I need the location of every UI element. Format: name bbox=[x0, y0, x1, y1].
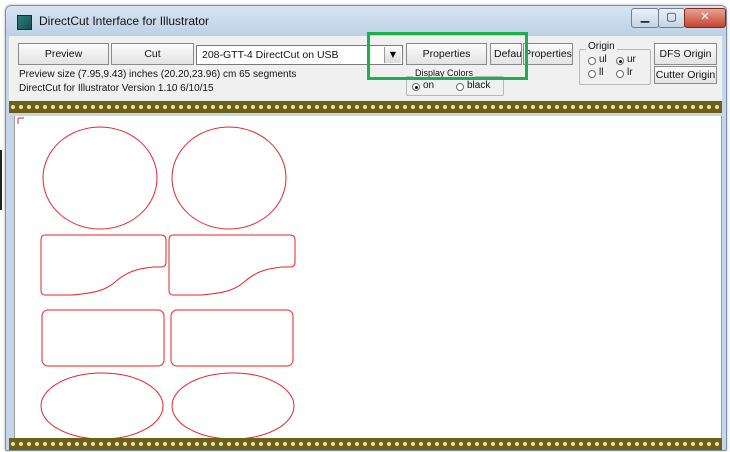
window-title: DirectCut Interface for Illustrator bbox=[39, 14, 210, 28]
origin-ur-radio[interactable] bbox=[616, 57, 624, 65]
origin-ll-radio[interactable] bbox=[588, 70, 596, 78]
maximize-icon: ▢ bbox=[666, 10, 677, 23]
rounded-rect-shape-1 bbox=[41, 309, 165, 367]
directcut-app-icon bbox=[17, 15, 32, 30]
top-track-holes bbox=[9, 101, 722, 113]
wave-tab-shape-2 bbox=[168, 234, 296, 296]
properties-secondary-button[interactable]: Properties bbox=[523, 43, 573, 65]
left-edge-marker bbox=[0, 150, 2, 210]
rounded-rect-shape-2 bbox=[170, 309, 294, 367]
origin-group-label: Origin bbox=[586, 41, 617, 52]
origin-lr-label: lr bbox=[627, 67, 633, 78]
origin-lr-radio[interactable] bbox=[616, 70, 624, 78]
cutter-origin-button[interactable]: Cutter Origin bbox=[654, 66, 717, 84]
version-text: DirectCut for Illustrator Version 1.10 6… bbox=[19, 83, 214, 94]
minimize-icon: ▁ bbox=[640, 10, 650, 23]
origin-ul-radio[interactable] bbox=[588, 57, 596, 65]
close-button[interactable]: ✕ bbox=[684, 8, 726, 28]
cut-preview bbox=[17, 117, 296, 440]
bottom-pinch-track bbox=[9, 438, 722, 450]
app-window: DirectCut Interface for Illustrator ▁ ▢ … bbox=[5, 5, 727, 451]
properties-highlight-box bbox=[367, 32, 528, 80]
cut-button[interactable]: Cut bbox=[111, 43, 194, 65]
bottom-track-holes bbox=[9, 438, 722, 450]
origin-corner-marker bbox=[17, 117, 24, 124]
dfs-origin-button[interactable]: DFS Origin bbox=[654, 43, 717, 65]
close-icon: ✕ bbox=[700, 10, 710, 23]
display-colors-black-label: black bbox=[467, 80, 491, 91]
wave-tab-shape-1 bbox=[40, 234, 167, 296]
oval-shape-1 bbox=[42, 126, 158, 230]
display-colors-on-label: on bbox=[423, 80, 435, 91]
preview-size-text: Preview size (7.95,9.43) inches (20.20,2… bbox=[19, 69, 297, 80]
minimize-button[interactable]: ▁ bbox=[631, 8, 659, 28]
origin-group bbox=[579, 49, 651, 85]
preview-canvas[interactable] bbox=[14, 116, 722, 440]
maximize-button[interactable]: ▢ bbox=[658, 8, 685, 28]
display-colors-black-radio[interactable] bbox=[456, 83, 464, 91]
title-bar[interactable]: DirectCut Interface for Illustrator ▁ ▢ … bbox=[6, 6, 726, 36]
oval-shape-3 bbox=[40, 372, 164, 440]
oval-shape-2 bbox=[171, 126, 287, 230]
origin-ul-label: ul bbox=[599, 54, 607, 65]
preview-button[interactable]: Preview bbox=[18, 43, 109, 65]
device-select-value: 208-GTT-4 DirectCut on USB bbox=[202, 49, 339, 61]
origin-ur-label: ur bbox=[627, 54, 636, 65]
display-colors-on-radio[interactable] bbox=[412, 83, 420, 91]
origin-ll-label: ll bbox=[599, 67, 604, 78]
top-pinch-track bbox=[9, 101, 722, 113]
oval-shape-4 bbox=[171, 372, 295, 440]
